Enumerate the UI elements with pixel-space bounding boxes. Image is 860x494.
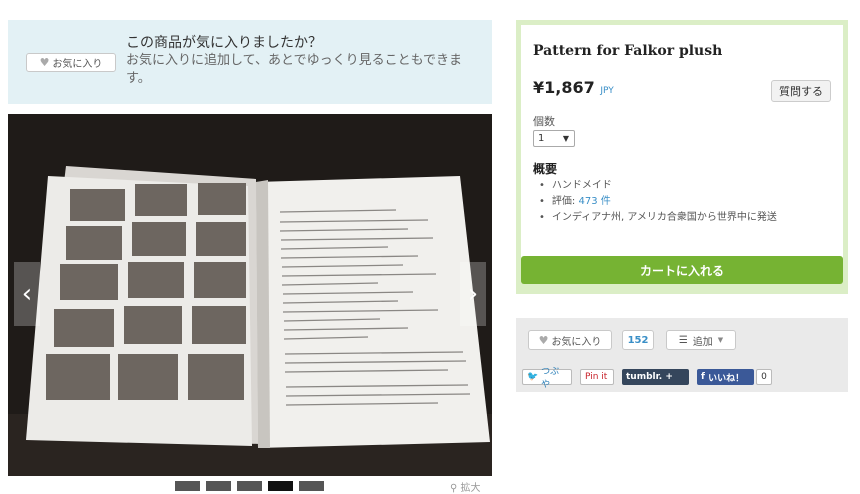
heart-icon: ♥: [538, 333, 549, 347]
chevron-down-icon: ▼: [717, 336, 724, 344]
facebook-label: いいね！: [708, 373, 745, 384]
rating-link[interactable]: 473 件: [578, 196, 610, 207]
currency-code: JPY: [600, 86, 614, 96]
thumbnail-selected[interactable]: [268, 481, 293, 491]
facebook-like-button[interactable]: f いいね！: [697, 369, 754, 385]
next-image-arrow[interactable]: ›: [460, 262, 486, 326]
listing-card: Pattern for Falkor plush ¥1,867 JPY 質問する…: [516, 20, 848, 294]
twitter-bird-icon: 🐦: [527, 372, 539, 382]
quantity-label: 個数: [533, 115, 555, 128]
favorite-count-badge: 152: [622, 330, 654, 350]
facebook-like-count: 0: [756, 369, 772, 385]
listing-card-body: Pattern for Falkor plush ¥1,867 JPY 質問する…: [521, 25, 843, 269]
ask-question-button[interactable]: 質問する: [771, 80, 831, 102]
magnifier-icon: ⚲: [450, 483, 458, 494]
feature-list: ハンドメイド 評価: 473 件 インディアナ州, アメリカ合衆国から世界中に発…: [539, 178, 777, 226]
zoom-link[interactable]: ⚲ 拡大: [450, 479, 481, 494]
product-photo[interactable]: ‹ ›: [8, 114, 492, 476]
list-icon: ☰: [678, 334, 688, 346]
feature-rating: 評価: 473 件: [539, 194, 777, 210]
thumbnail[interactable]: [175, 481, 200, 491]
thumbnail[interactable]: [206, 481, 231, 491]
facebook-icon: f: [701, 372, 705, 382]
price-value: ¥1,867: [533, 78, 595, 97]
favorite-question: この商品が気に入りましたか？: [126, 35, 322, 51]
social-share-bar: 🐦 つぶや Pin it tumblr. + f いいね！ 0: [522, 367, 772, 390]
quantity-value: 1: [538, 133, 545, 144]
thumbnail[interactable]: [299, 481, 324, 491]
tumblr-button[interactable]: tumblr. +: [622, 369, 689, 385]
feature-handmade: ハンドメイド: [539, 178, 777, 194]
previous-image-arrow[interactable]: ‹: [14, 262, 40, 326]
thumbnail[interactable]: [237, 481, 262, 491]
chevron-left-icon: ‹: [21, 279, 33, 309]
favorite-button-label: お気に入り: [52, 59, 103, 70]
favorite-subtext: お気に入りに追加して、あとでゆっくり見ることもできます。: [126, 53, 463, 86]
thumbnail-strip: [175, 481, 324, 491]
dropdown-caret-icon: ▼: [562, 134, 569, 143]
quantity-select[interactable]: 1 ▼: [533, 130, 575, 147]
add-label: 追加: [692, 336, 713, 348]
add-to-list-button[interactable]: ☰ 追加 ▼: [666, 330, 736, 350]
pattern-book-image: [8, 114, 492, 476]
overview-heading: 概要: [533, 162, 558, 176]
favorite-button-secondary[interactable]: ♥ お気に入り: [528, 330, 612, 350]
favorite-prompt-banner: ♥ お気に入り この商品が気に入りましたか？ お気に入りに追加して、あとでゆっく…: [8, 20, 492, 104]
pinterest-button[interactable]: Pin it: [580, 369, 614, 385]
feature-shipping: インディアナ州, アメリカ合衆国から世界中に発送: [539, 210, 777, 226]
rating-label: 評価:: [551, 196, 579, 207]
actions-panel: ♥ お気に入り 152 ☰ 追加 ▼ 🐦 つぶや Pin it tumblr. …: [516, 318, 848, 392]
zoom-label: 拡大: [460, 483, 481, 494]
listing-title: Pattern for Falkor plush: [533, 43, 723, 59]
heart-icon: ♥: [39, 56, 50, 69]
add-to-cart-button[interactable]: カートに入れる: [521, 256, 843, 284]
favorite-label: お気に入り: [551, 336, 602, 348]
listing-price: ¥1,867 JPY: [533, 78, 614, 97]
twitter-share-button[interactable]: 🐦 つぶや: [522, 367, 572, 390]
favorite-button[interactable]: ♥ お気に入り: [26, 53, 116, 72]
twitter-label: つぶや: [541, 367, 560, 390]
chevron-right-icon: ›: [467, 279, 479, 309]
